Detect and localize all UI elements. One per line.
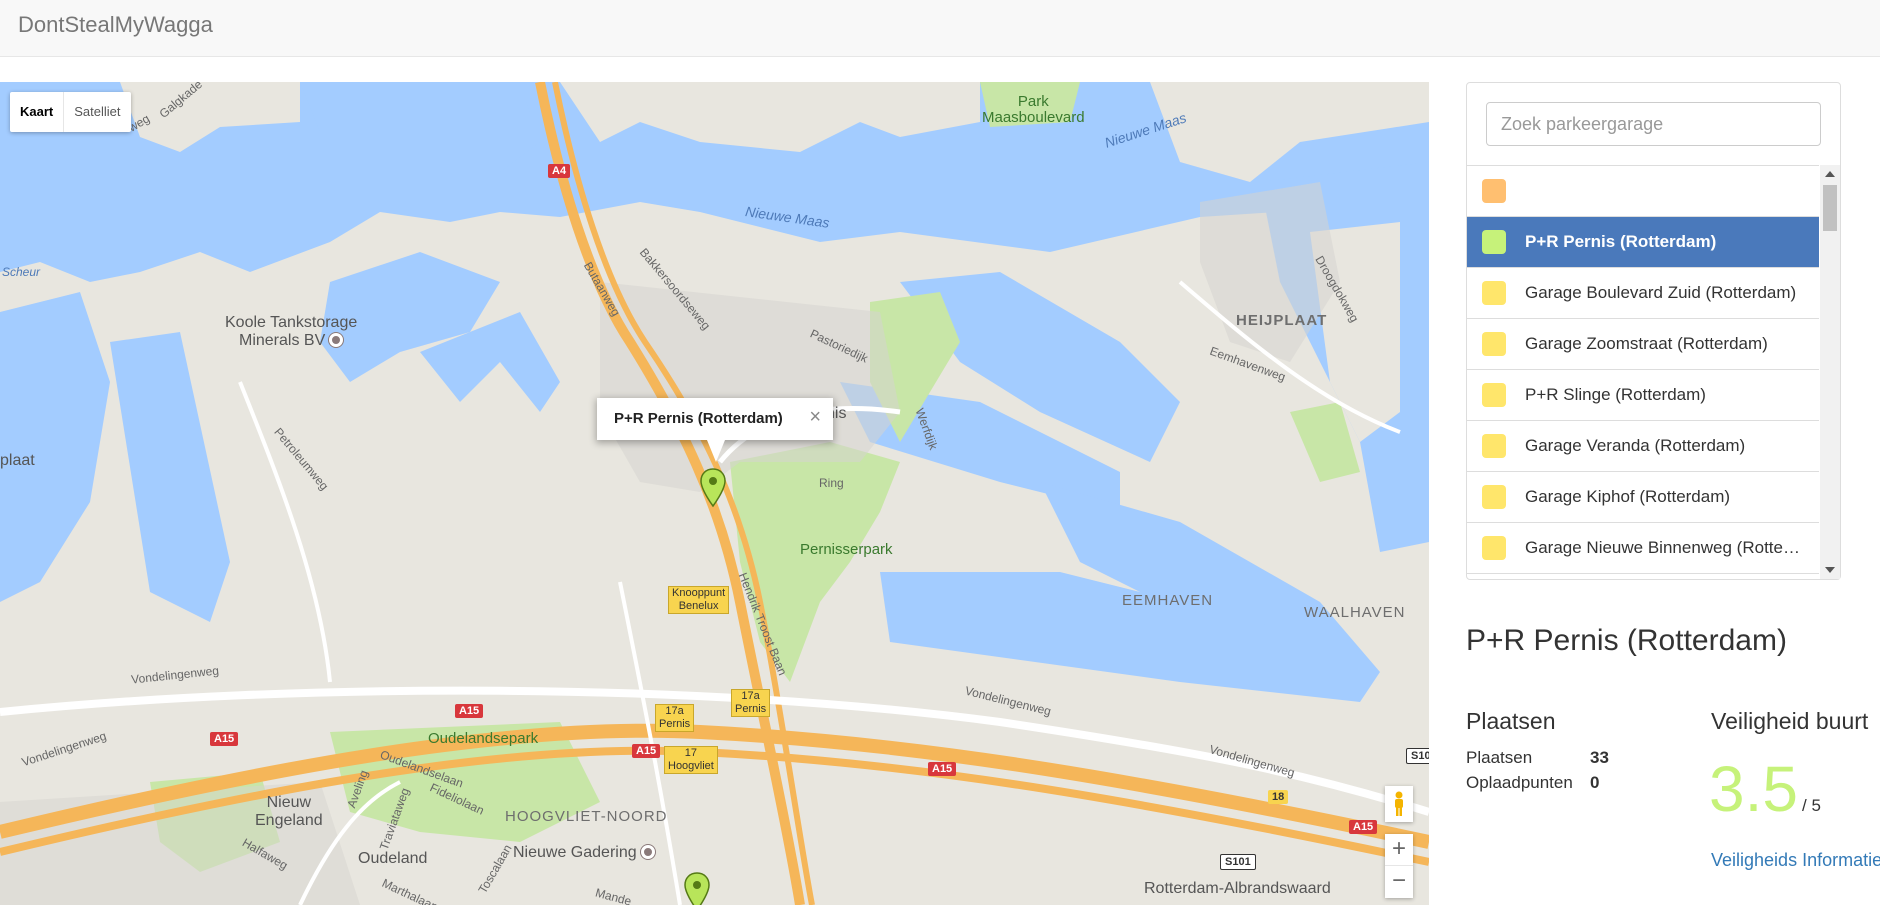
- label-pernisserpark: Pernisserpark: [800, 541, 893, 558]
- map-type-satelliet[interactable]: Satelliet: [64, 92, 130, 132]
- pegman-icon: [1395, 791, 1403, 816]
- map-marker-pr-pernis[interactable]: [700, 468, 726, 508]
- label-park-maasboulevard: Park Maasboulevard: [982, 93, 1085, 126]
- garage-name: Garage Veranda (Rotterdam): [1525, 436, 1746, 455]
- map-type-kaart[interactable]: Kaart: [10, 92, 65, 132]
- stat-spots-label: Plaatsen: [1466, 748, 1533, 767]
- garage-list-item[interactable]: P+R Pernis (Rotterdam): [1467, 217, 1819, 268]
- info-window-title: P+R Pernis (Rotterdam): [614, 410, 783, 427]
- poi-icon: [329, 333, 344, 347]
- garage-list[interactable]: P+R Pernis (Rotterdam) Garage Boulevard Z…: [1467, 165, 1819, 579]
- map-info-window: P+R Pernis (Rotterdam) ×: [597, 398, 833, 462]
- stat-chargers-value: 0: [1590, 773, 1600, 792]
- map-marker[interactable]: [684, 872, 710, 905]
- list-scrollbar[interactable]: [1820, 165, 1840, 579]
- garage-name: P+R Slinge (Rotterdam): [1525, 385, 1706, 404]
- label-heijplaat: HEIJPLAAT: [1236, 312, 1328, 329]
- detail-title: P+R Pernis (Rotterdam): [1466, 624, 1787, 657]
- info-window-tail: [707, 440, 725, 462]
- garage-name: Garage Nieuwe Binnenweg (Rotterdam): [1525, 538, 1805, 557]
- road-shield-a4: A4: [548, 164, 571, 178]
- label-oudelandsepark: Oudelandsepark: [428, 730, 539, 747]
- label-rotterdam-albrandswaard: Rotterdam-Albrandswaard: [1144, 880, 1331, 897]
- zoom-in-button[interactable]: +: [1385, 834, 1413, 866]
- road-shield-s10: S10: [1406, 748, 1429, 764]
- safety-heading: Veiligheid buurt: [1711, 708, 1869, 734]
- garage-list-panel: P+R Pernis (Rotterdam) Garage Boulevard Z…: [1466, 82, 1841, 580]
- garage-name: Garage Kiphof (Rotterdam): [1525, 487, 1731, 506]
- close-icon[interactable]: ×: [809, 406, 821, 429]
- garage-list-item[interactable]: Garage Veranda (Rotterdam): [1467, 421, 1819, 472]
- garage-list-item[interactable]: [1467, 166, 1819, 217]
- scroll-up-icon[interactable]: [1825, 171, 1835, 177]
- exit-knooppunt-benelux: Knooppunt Benelux: [668, 586, 730, 614]
- safety-color-swatch: [1482, 179, 1506, 203]
- stat-spots: Plaatsen 33: [1466, 748, 1609, 768]
- label-eemhaven: EEMHAVEN: [1122, 592, 1214, 609]
- stat-spots-value: 33: [1590, 748, 1609, 767]
- scroll-thumb[interactable]: [1823, 185, 1837, 231]
- garage-list-item[interactable]: Garage Zoomstraat (Rotterdam): [1467, 319, 1819, 370]
- road-shield-a15: A15: [1349, 820, 1378, 834]
- scroll-down-icon[interactable]: [1825, 567, 1835, 573]
- label-koole: Koole Tankstorage Minerals BV: [225, 314, 358, 349]
- map-type-control: Kaart Satelliet: [10, 92, 131, 132]
- street-view-pegman-icon[interactable]: [1385, 786, 1413, 822]
- stat-chargers-label: Oplaadpunten: [1466, 773, 1573, 792]
- label-oudeland: Oudeland: [358, 850, 428, 867]
- safety-color-swatch: [1482, 281, 1506, 305]
- garage-list-item[interactable]: Garage Boulevard Zuid (Rotterdam): [1467, 268, 1819, 319]
- garage-list-item[interactable]: Garage Nieuwe Binnenweg (Rotterdam): [1467, 523, 1819, 574]
- exit-17a-pernis: 17a Pernis: [731, 689, 771, 717]
- exit-17-hoogvliet: 17 Hoogvliet: [664, 746, 718, 774]
- label-ring: Ring: [819, 476, 844, 490]
- label-plaat: plaat: [0, 452, 35, 469]
- app-brand[interactable]: DontStealMyWagga: [18, 12, 213, 38]
- label-waalhaven: WAALHAVEN: [1304, 604, 1406, 621]
- label-nieuwe-gadering: Nieuwe Gadering: [513, 844, 655, 862]
- safety-color-swatch: [1482, 434, 1506, 458]
- road-shield-18: 18: [1268, 790, 1289, 804]
- poi-icon: [640, 845, 655, 859]
- safety-color-swatch: [1482, 230, 1506, 254]
- garage-name: Garage Boulevard Zuid (Rotterdam): [1525, 283, 1797, 302]
- garage-list-item[interactable]: P+R Slinge (Rotterdam): [1467, 370, 1819, 421]
- search-input[interactable]: [1486, 102, 1821, 146]
- stat-chargers: Oplaadpunten 0: [1466, 773, 1599, 793]
- zoom-out-button[interactable]: −: [1385, 866, 1413, 898]
- garage-list-item[interactable]: Garage Kiphof (Rotterdam): [1467, 472, 1819, 523]
- label-nieuw-engeland: Nieuw Engeland: [255, 794, 323, 829]
- road-shield-a15: A15: [928, 762, 957, 776]
- safety-color-swatch: [1482, 383, 1506, 407]
- safety-color-swatch: [1482, 332, 1506, 356]
- zoom-control: + −: [1385, 834, 1413, 898]
- road-shield-s101: S101: [1220, 854, 1256, 870]
- exit-17a-pernis: 17a Pernis: [655, 704, 695, 732]
- garage-name: P+R Pernis (Rotterdam): [1525, 232, 1717, 251]
- safety-color-swatch: [1482, 536, 1506, 560]
- label-hoogvliet-noord: HOOGVLIET-NOORD: [505, 808, 668, 825]
- safety-score: 3.5: [1709, 753, 1798, 825]
- safety-score-max: / 5: [1802, 796, 1821, 815]
- garage-name: Garage Zoomstraat (Rotterdam): [1525, 334, 1768, 353]
- places-heading: Plaatsen: [1466, 708, 1556, 734]
- road-shield-a15: A15: [632, 744, 661, 758]
- road-shield-a15: A15: [210, 732, 239, 746]
- road-shield-a15: A15: [455, 704, 484, 718]
- safety-info-link[interactable]: Veiligheids Informatie: [1711, 850, 1880, 871]
- navbar: DontStealMyWagga: [0, 0, 1880, 57]
- label-scheur: Scheur: [2, 265, 41, 279]
- map[interactable]: Park Maasboulevard Nieuwe Maas Nieuwe Ma…: [0, 82, 1429, 905]
- safety-color-swatch: [1482, 485, 1506, 509]
